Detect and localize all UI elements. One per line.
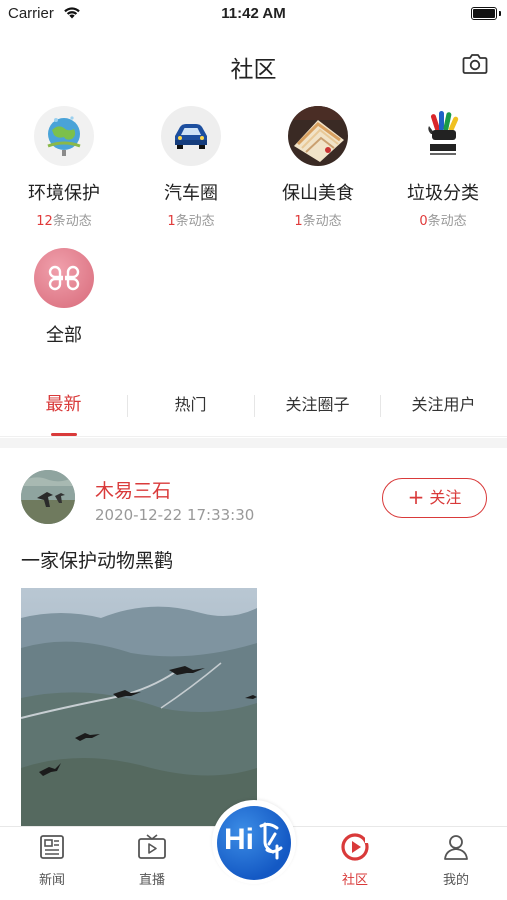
- center-hub-button[interactable]: Hi: [212, 800, 296, 884]
- circle-count: 0条动态: [419, 214, 467, 229]
- tabbar-label: 新闻: [38, 873, 65, 888]
- brush-stroke-icon: [259, 822, 283, 860]
- plus-icon: +: [407, 485, 425, 509]
- post-image[interactable]: [21, 588, 257, 828]
- earth-globe-icon: [34, 106, 94, 166]
- battery-icon: [471, 7, 501, 20]
- community-play-icon: [341, 833, 370, 861]
- tabbar-label: 社区: [341, 873, 368, 888]
- circle-item-waste-sorting[interactable]: 垃圾分类 0条动态: [388, 106, 498, 229]
- circle-name: 全部: [46, 325, 82, 346]
- page-title: 社区: [230, 57, 277, 83]
- circle-item-car[interactable]: 汽车圈 1条动态: [136, 106, 246, 229]
- circle-name: 垃圾分类: [407, 183, 479, 204]
- tab-latest[interactable]: 最新: [0, 375, 127, 436]
- circle-name: 汽车圈: [164, 183, 218, 204]
- circle-name: 环境保护: [28, 183, 100, 204]
- camera-icon[interactable]: [462, 53, 488, 75]
- section-divider: [0, 438, 507, 448]
- tv-icon: [138, 834, 166, 859]
- tabbar-label: 我的: [442, 873, 469, 888]
- circle-item-food[interactable]: 保山美食 1条动态: [263, 106, 373, 229]
- food-cake-image: [288, 106, 348, 166]
- circle-item-environment[interactable]: 环境保护 12条动态: [9, 106, 119, 229]
- grid-clover-icon: [34, 248, 94, 308]
- waste-sorting-hand-logo: [413, 106, 473, 166]
- circle-count: 1条动态: [167, 214, 215, 229]
- tabbar-item-live[interactable]: 直播: [117, 833, 187, 888]
- tabbar-item-community[interactable]: 社区: [320, 833, 390, 888]
- tabbar-item-news[interactable]: 新闻: [17, 833, 87, 888]
- hub-logo: Hi: [217, 806, 291, 880]
- post-text: 一家保护动物黑鹳: [21, 550, 174, 572]
- circle-item-all[interactable]: 全部: [9, 248, 119, 347]
- feed-tabs: 最新 热门 关注圈子 关注用户: [0, 375, 507, 437]
- circle-count: 12条动态: [36, 214, 92, 229]
- avatar[interactable]: [21, 470, 75, 524]
- post-username[interactable]: 木易三石: [95, 476, 171, 503]
- tabbar-label: 直播: [138, 873, 165, 888]
- follow-button[interactable]: + 关注: [382, 478, 487, 518]
- tabbar-item-me[interactable]: 我的: [421, 833, 491, 888]
- car-icon: [161, 106, 221, 166]
- user-icon: [444, 835, 468, 860]
- circle-count: 1条动态: [294, 214, 342, 229]
- hub-logo-text: Hi: [224, 823, 254, 856]
- post-timestamp: 2020-12-22 17:33:30: [95, 506, 255, 524]
- status-time: 11:42 AM: [221, 5, 286, 22]
- circle-name: 保山美食: [282, 183, 354, 204]
- newspaper-icon: [40, 835, 64, 859]
- tab-hot[interactable]: 热门: [127, 375, 254, 435]
- nav-bar: 社区: [0, 38, 507, 90]
- status-bar: Carrier 11:42 AM: [0, 0, 507, 28]
- tab-following-circles[interactable]: 关注圈子: [254, 375, 381, 435]
- tab-following-users[interactable]: 关注用户: [380, 375, 507, 435]
- follow-label: 关注: [429, 488, 462, 507]
